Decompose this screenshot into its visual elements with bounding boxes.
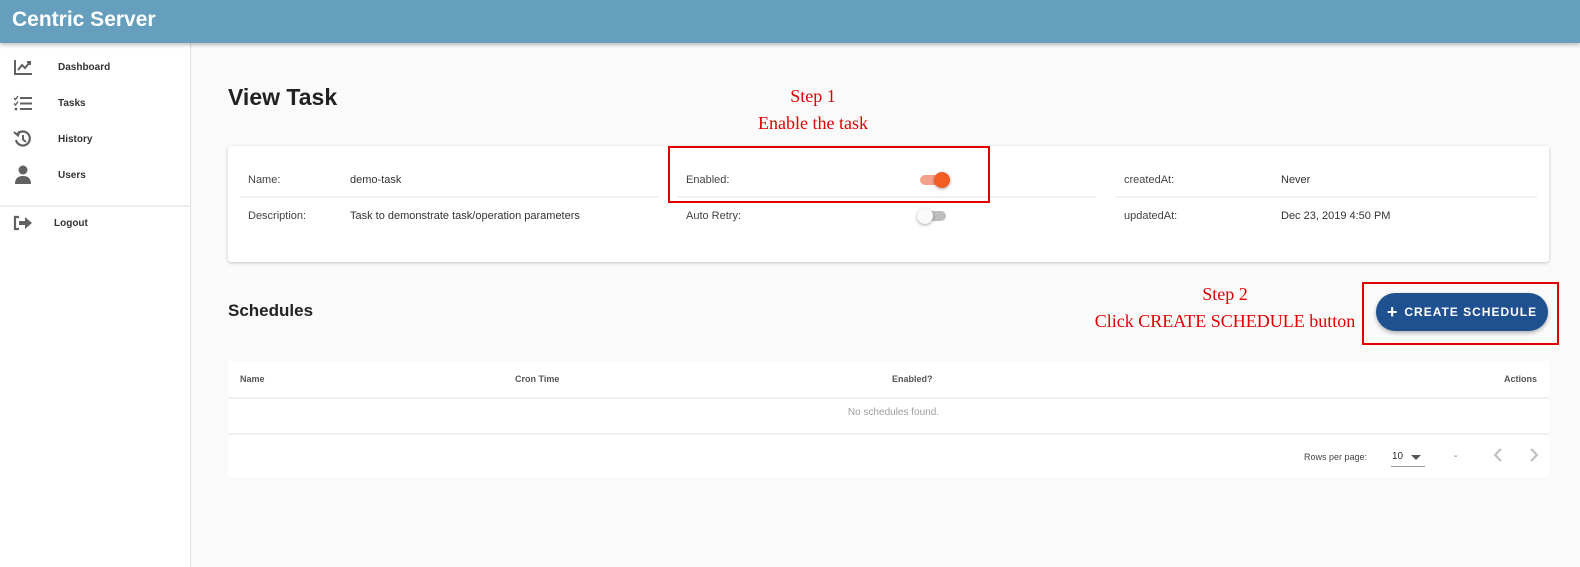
enabled-row: Enabled: <box>678 162 1096 198</box>
sidebar-item-history[interactable]: History <box>0 121 190 157</box>
step2-text: Click CREATE SCHEDULE button <box>1094 311 1356 331</box>
task-details-card: Name: demo-task Description: Task to dem… <box>228 146 1549 262</box>
table-body-divider <box>228 433 1549 435</box>
rows-per-page-select[interactable]: 10 <box>1391 447 1425 467</box>
empty-message: No schedules found. <box>847 407 940 418</box>
step2-title: Step 2 <box>1202 284 1248 304</box>
step2-annotation: Step 2 Click CREATE SCHEDULE button <box>1090 281 1360 335</box>
schedules-title: Schedules <box>228 301 314 320</box>
column-header-enabled[interactable]: Enabled? <box>892 374 933 384</box>
caret-down-icon <box>1411 455 1421 460</box>
auto-retry-row: Auto Retry: <box>678 198 1096 234</box>
name-label: Name: <box>248 174 281 186</box>
history-icon <box>12 128 34 150</box>
sidebar-item-users[interactable]: Users <box>0 157 190 193</box>
rows-per-page-label: Rows per page: <box>1304 452 1368 462</box>
toggle-thumb <box>934 172 950 188</box>
step1-annotation: Step 1 Enable the task <box>718 83 908 137</box>
created-value: Never <box>1281 174 1311 186</box>
updated-row: updatedAt: Dec 23, 2019 4:50 PM <box>1116 198 1537 234</box>
updated-value: Dec 23, 2019 4:50 PM <box>1281 210 1391 222</box>
previous-page-button[interactable] <box>1488 445 1508 465</box>
description-value: Task to demonstrate task/operation param… <box>350 210 580 222</box>
app-bar: Centric Server <box>0 0 1580 43</box>
description-label: Description: <box>248 210 307 222</box>
checklist-icon <box>12 92 34 114</box>
name-row: Name: demo-task <box>240 162 658 198</box>
pagination-range: - <box>1454 451 1458 462</box>
step1-text: Enable the task <box>758 113 868 133</box>
description-row: Description: Task to demonstrate task/op… <box>240 198 658 234</box>
auto-retry-label: Auto Retry: <box>686 210 742 222</box>
column-header-actions: Actions <box>1503 374 1537 384</box>
toggle-thumb <box>917 208 933 224</box>
create-schedule-label: CREATE SCHEDULE <box>1404 305 1538 319</box>
chart-line-icon <box>12 56 34 78</box>
sidebar-item-label: History <box>58 133 93 145</box>
table-header-divider <box>228 397 1549 399</box>
rows-per-page-value: 10 <box>1392 451 1404 462</box>
name-value: demo-task <box>350 174 402 186</box>
sidebar-item-dashboard[interactable]: Dashboard <box>0 49 190 85</box>
logout-icon <box>12 212 34 234</box>
enabled-toggle[interactable] <box>918 172 950 188</box>
column-header-name[interactable]: Name <box>240 374 265 384</box>
person-icon <box>12 164 34 186</box>
chevron-left-icon <box>1493 448 1502 462</box>
created-row: createdAt: Never <box>1116 162 1537 198</box>
sidebar-item-label: Users <box>58 169 86 181</box>
next-page-button[interactable] <box>1524 445 1544 465</box>
app-title: Centric Server <box>12 8 156 31</box>
sidebar-item-logout[interactable]: Logout <box>0 205 190 241</box>
create-schedule-button[interactable]: + CREATE SCHEDULE <box>1376 293 1548 331</box>
column-header-cron-time[interactable]: Cron Time <box>515 374 559 384</box>
updated-label: updatedAt: <box>1124 210 1178 222</box>
sidebar: Dashboard Tasks History Users Logout <box>0 43 191 567</box>
sidebar-item-label: Dashboard <box>58 61 111 73</box>
created-label: createdAt: <box>1124 174 1175 186</box>
enabled-label: Enabled: <box>686 174 730 186</box>
sidebar-item-label: Logout <box>54 217 88 229</box>
step1-title: Step 1 <box>790 86 836 106</box>
auto-retry-toggle[interactable] <box>917 208 948 224</box>
page-title: View Task <box>228 84 338 110</box>
plus-icon: + <box>1386 302 1398 322</box>
sidebar-item-tasks[interactable]: Tasks <box>0 85 190 121</box>
sidebar-item-label: Tasks <box>58 97 86 109</box>
chevron-right-icon <box>1530 448 1539 462</box>
